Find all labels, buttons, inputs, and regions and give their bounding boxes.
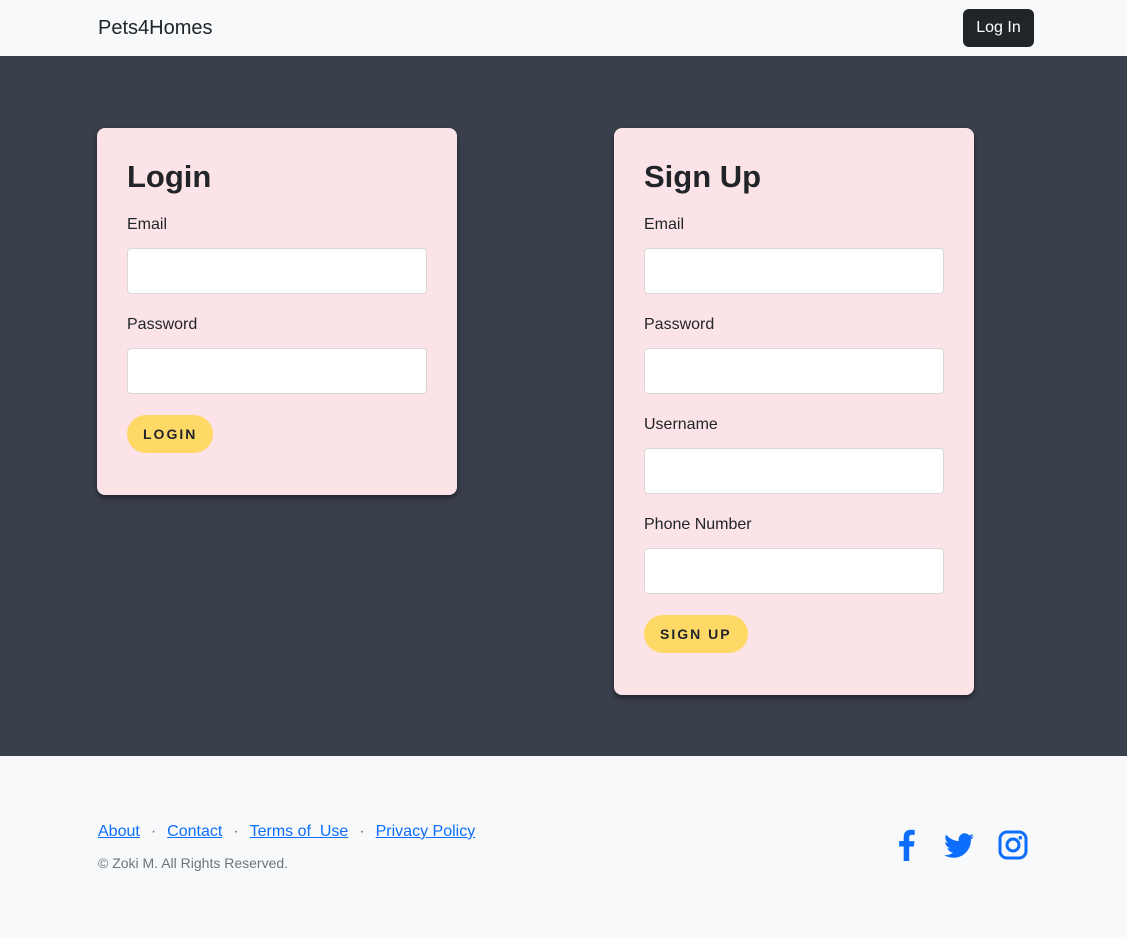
- login-password-input[interactable]: [127, 348, 427, 394]
- footer-link-privacy[interactable]: Privacy Policy: [376, 823, 476, 840]
- instagram-icon[interactable]: [997, 829, 1029, 861]
- footer-link-contact[interactable]: Contact: [167, 823, 222, 840]
- login-submit-button[interactable]: LOGIN: [127, 415, 214, 453]
- signup-phone-input[interactable]: [644, 548, 944, 594]
- signup-email-group: Email: [644, 215, 944, 294]
- login-card: Login Email Password LOGIN: [97, 128, 457, 495]
- footer-separator: ·: [150, 823, 157, 840]
- footer-link-about[interactable]: About: [98, 823, 140, 840]
- signup-password-input[interactable]: [644, 348, 944, 394]
- login-email-input[interactable]: [127, 248, 427, 294]
- facebook-icon[interactable]: [891, 829, 923, 861]
- signup-email-label: Email: [644, 216, 685, 233]
- footer-separator: ·: [359, 823, 365, 840]
- twitter-icon[interactable]: [943, 829, 975, 861]
- login-password-group: Password: [127, 315, 427, 394]
- signup-phone-label: Phone Number: [644, 516, 752, 533]
- login-title: Login: [127, 159, 212, 194]
- footer-links: About · Contact · Terms of Use · Privacy Polic…: [98, 823, 475, 841]
- main-section: Login Email Password LOGIN Sign Up Email…: [0, 56, 1127, 756]
- login-email-label: Email: [127, 216, 168, 233]
- login-email-group: Email: [127, 215, 427, 294]
- signup-submit-button[interactable]: SIGN UP: [644, 615, 748, 653]
- footer: About · Contact · Terms of Use · Privacy Polic…: [0, 756, 1127, 937]
- signup-password-label: Password: [644, 316, 715, 333]
- signup-username-input[interactable]: [644, 448, 944, 494]
- signup-username-group: Username: [644, 415, 944, 494]
- nav-login-button[interactable]: Log In: [963, 9, 1034, 47]
- signup-card: Sign Up Email Password Username Phone Nu…: [614, 128, 974, 695]
- footer-separator: ·: [233, 823, 239, 840]
- copyright-text: © Zoki M. All Rights Reserved.: [98, 855, 289, 871]
- login-password-label: Password: [127, 316, 198, 333]
- signup-username-label: Username: [644, 416, 718, 433]
- signup-password-group: Password: [644, 315, 944, 394]
- brand-logo[interactable]: Pets4Homes: [98, 17, 213, 40]
- signup-phone-group: Phone Number: [644, 515, 944, 594]
- signup-email-input[interactable]: [644, 248, 944, 294]
- navbar: Pets4Homes Log In: [0, 0, 1127, 56]
- footer-link-terms[interactable]: Terms of Use: [250, 823, 349, 840]
- signup-title: Sign Up: [644, 159, 762, 194]
